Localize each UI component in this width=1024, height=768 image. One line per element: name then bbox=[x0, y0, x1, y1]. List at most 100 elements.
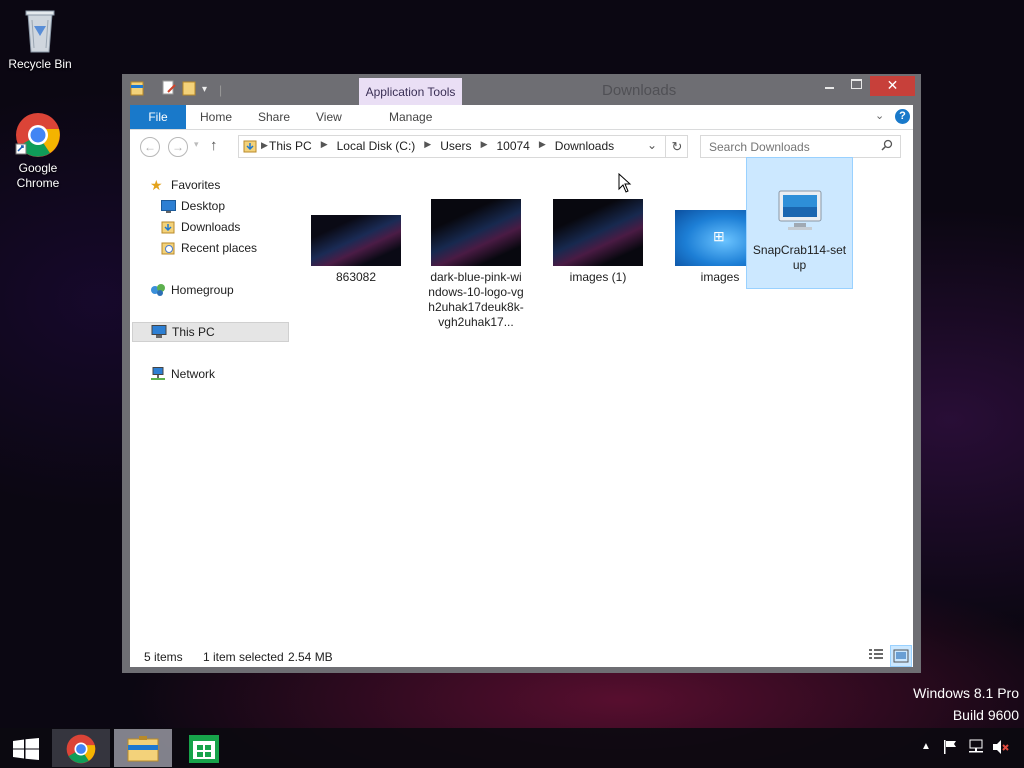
breadcrumb-local-disk[interactable]: Local Disk (C:) bbox=[337, 139, 416, 153]
desktop-icon-google-chrome[interactable]: Google Chrome bbox=[0, 112, 78, 191]
refresh-icon: ↻ bbox=[671, 139, 683, 154]
show-hidden-icons-icon[interactable]: ▲ bbox=[921, 741, 931, 752]
address-history-chevron-icon[interactable]: ⌄ bbox=[647, 138, 657, 152]
nav-item-recent-places[interactable]: Recent places bbox=[161, 238, 257, 258]
tab-view[interactable]: View bbox=[316, 105, 342, 129]
this-pc-icon bbox=[151, 325, 167, 344]
image-thumbnail bbox=[431, 199, 521, 266]
back-arrow-icon: ← bbox=[144, 140, 156, 154]
breadcrumb: This PC ▶ Local Disk (C:) ▶ Users ▶ 1007… bbox=[269, 139, 614, 153]
recycle-bin-icon bbox=[20, 6, 60, 54]
nav-item-network[interactable]: Network bbox=[150, 364, 215, 384]
tab-share[interactable]: Share bbox=[258, 105, 290, 129]
close-button[interactable]: ✕ bbox=[870, 76, 915, 96]
forward-arrow-icon: → bbox=[172, 140, 184, 154]
file-name: images (1) bbox=[569, 270, 627, 284]
search-icon bbox=[881, 139, 893, 154]
selection-info: 1 item selected bbox=[203, 650, 284, 664]
nav-item-homegroup[interactable]: Homegroup bbox=[150, 280, 234, 300]
large-icons-view-button[interactable] bbox=[890, 645, 912, 667]
breadcrumb-downloads[interactable]: Downloads bbox=[555, 139, 614, 153]
recent-locations-icon[interactable]: ▾ bbox=[194, 139, 199, 150]
new-folder-icon[interactable] bbox=[182, 80, 196, 99]
title-bar[interactable]: ▾ | Application Tools Downloads ✕ bbox=[122, 74, 921, 105]
back-button[interactable]: ← bbox=[140, 137, 160, 157]
downloads-folder-icon bbox=[243, 139, 257, 156]
file-item-selected[interactable]: SnapCrab114-setup bbox=[746, 157, 853, 289]
action-center-flag-icon[interactable] bbox=[943, 739, 957, 758]
maximize-icon bbox=[851, 79, 862, 89]
chrome-label-line2: Chrome bbox=[16, 176, 60, 190]
address-bar[interactable]: ▶ This PC ▶ Local Disk (C:) ▶ Users ▶ 10… bbox=[238, 135, 688, 158]
close-icon: ✕ bbox=[886, 77, 899, 93]
maximize-button[interactable] bbox=[844, 76, 869, 96]
file-item[interactable]: dark-blue-pink-windows-10-logo-vgh2uhak1… bbox=[422, 199, 530, 330]
nav-item-favorites[interactable]: ★ Favorites bbox=[150, 175, 220, 195]
nav-item-label: Desktop bbox=[181, 199, 226, 213]
tab-manage[interactable]: Manage bbox=[389, 105, 432, 129]
recent-places-icon bbox=[161, 241, 175, 261]
search-box[interactable] bbox=[700, 135, 901, 158]
details-view-button[interactable] bbox=[868, 647, 886, 663]
breadcrumb-users[interactable]: Users bbox=[440, 139, 471, 153]
downloads-icon bbox=[161, 220, 175, 240]
network-icon bbox=[150, 367, 166, 387]
chrome-label-line1: Google bbox=[18, 161, 58, 175]
start-button[interactable] bbox=[4, 729, 48, 767]
customize-qat-icon[interactable]: ▾ bbox=[202, 84, 207, 95]
search-input[interactable] bbox=[707, 139, 871, 155]
image-thumbnail bbox=[311, 215, 401, 266]
expand-ribbon-icon[interactable]: ⌄ bbox=[875, 109, 884, 122]
tab-home[interactable]: Home bbox=[200, 105, 232, 129]
tab-file[interactable]: File bbox=[130, 105, 186, 129]
star-icon: ★ bbox=[150, 177, 163, 193]
store-icon bbox=[189, 735, 219, 766]
volume-muted-icon[interactable] bbox=[992, 739, 1010, 758]
minimize-button[interactable] bbox=[817, 76, 842, 96]
desktop-icon-label: Recycle Bin bbox=[8, 57, 72, 71]
breadcrumb-separator-icon[interactable]: ▶ bbox=[424, 139, 431, 153]
up-button[interactable]: ↑ bbox=[210, 137, 218, 154]
nav-item-desktop[interactable]: Desktop bbox=[161, 196, 225, 216]
breadcrumb-separator-icon[interactable]: ▶ bbox=[481, 139, 488, 153]
nav-item-label: Homegroup bbox=[171, 283, 234, 297]
help-icon[interactable]: ? bbox=[895, 109, 910, 124]
chrome-icon bbox=[15, 112, 61, 158]
breadcrumb-10074[interactable]: 10074 bbox=[496, 139, 529, 153]
nav-item-this-pc[interactable]: This PC bbox=[132, 322, 289, 342]
file-name: 863082 bbox=[335, 270, 377, 284]
folder-icon bbox=[130, 80, 144, 99]
file-name-text: dark-blue-pink-windows-10-logo-vgh2uhak1… bbox=[428, 270, 524, 329]
network-icon[interactable] bbox=[967, 739, 985, 758]
desktop-icon-recycle-bin[interactable]: Recycle Bin bbox=[0, 6, 80, 71]
properties-icon[interactable] bbox=[162, 80, 176, 99]
file-item[interactable]: 863082 bbox=[302, 215, 410, 285]
forward-button[interactable]: → bbox=[168, 137, 188, 157]
navigation-pane: ★ Favorites Desktop Downloads Recent pla… bbox=[130, 163, 290, 645]
nav-item-label: Network bbox=[171, 367, 216, 381]
desktop-icon-label: Google Chrome bbox=[0, 161, 78, 191]
refresh-button[interactable]: ↻ bbox=[665, 136, 688, 157]
taskbar-store[interactable] bbox=[176, 729, 234, 767]
breadcrumb-separator-icon[interactable]: ▶ bbox=[539, 139, 546, 153]
windows-logo-icon: ⊞ bbox=[713, 228, 725, 244]
minimize-icon bbox=[825, 87, 834, 89]
nav-item-label: This PC bbox=[172, 325, 215, 339]
up-arrow-icon: ↑ bbox=[210, 137, 218, 154]
taskbar-file-explorer[interactable] bbox=[114, 729, 172, 767]
installer-icon bbox=[776, 185, 824, 233]
nav-item-label: Favorites bbox=[171, 178, 221, 192]
breadcrumb-this-pc[interactable]: This PC bbox=[269, 139, 312, 153]
address-sep-icon: ▶ bbox=[261, 140, 268, 150]
nav-item-downloads[interactable]: Downloads bbox=[161, 217, 240, 237]
breadcrumb-separator-icon[interactable]: ▶ bbox=[321, 139, 328, 153]
taskbar-chrome[interactable] bbox=[52, 729, 110, 767]
nav-item-label: Recent places bbox=[181, 241, 258, 255]
file-explorer-window: ▾ | Application Tools Downloads ✕ File H… bbox=[122, 74, 921, 673]
start-icon bbox=[13, 738, 39, 763]
file-name: SnapCrab114-setup bbox=[752, 243, 848, 273]
homegroup-icon bbox=[150, 283, 166, 303]
file-item[interactable]: images (1) bbox=[544, 199, 652, 285]
os-version-watermark: Windows 8.1 Pro Build 9600 bbox=[913, 685, 1019, 723]
file-list: 863082 dark-blue-pink-windows-10-logo-vg… bbox=[290, 157, 913, 645]
